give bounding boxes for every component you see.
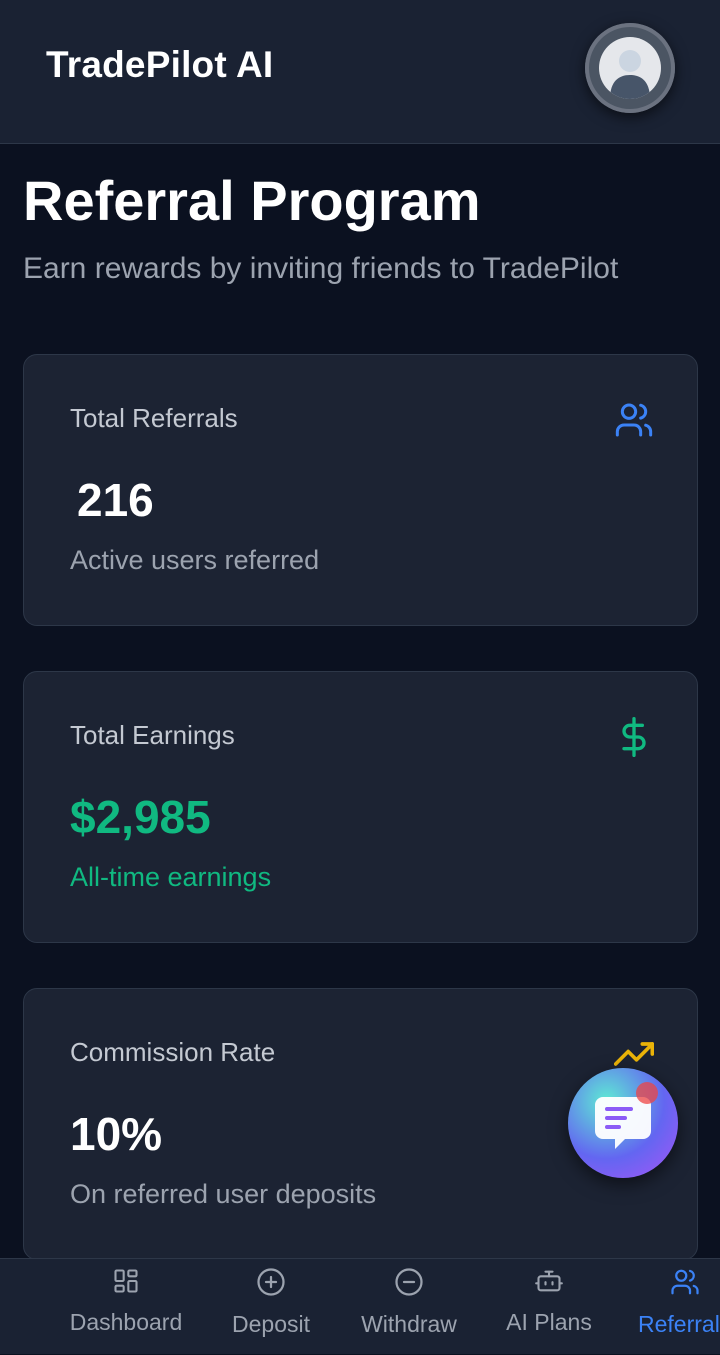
robot-icon (535, 1270, 563, 1292)
avatar[interactable] (585, 23, 675, 113)
card-label: Total Earnings (70, 720, 235, 750)
bottom-nav: Dashboard Deposit Withdraw AI Plans Refe… (0, 1258, 720, 1354)
nav-item-dashboard[interactable]: Dashboard (66, 1259, 186, 1355)
card-value: 216 (77, 474, 154, 526)
total-earnings-card: Total Earnings $2,985 All-time earnings (23, 671, 698, 943)
user-avatar-icon (599, 37, 661, 99)
card-value: $2,985 (70, 791, 211, 843)
plus-circle-icon (257, 1268, 285, 1296)
nav-item-ai-plans[interactable]: AI Plans (502, 1259, 596, 1355)
nav-label: Deposit (232, 1311, 310, 1337)
nav-item-withdraw[interactable]: Withdraw (354, 1259, 464, 1355)
users-icon (671, 1269, 699, 1295)
total-referrals-card: Total Referrals 216 Active users referre… (23, 354, 698, 626)
users-icon (615, 403, 653, 437)
page-subtitle: Earn rewards by inviting friends to Trad… (23, 252, 619, 285)
nav-label: AI Plans (506, 1309, 592, 1335)
card-subtext: Active users referred (70, 545, 320, 575)
page-title: Referral Program (23, 169, 481, 232)
nav-item-deposit[interactable]: Deposit (226, 1259, 316, 1355)
nav-label: Referrals (638, 1311, 720, 1337)
top-header: TradePilot AI (0, 0, 720, 144)
minus-circle-icon (395, 1268, 423, 1296)
notification-dot (636, 1082, 658, 1104)
chat-assistant-button[interactable] (568, 1068, 678, 1178)
card-label: Total Referrals (70, 403, 238, 433)
dollar-icon (622, 717, 646, 757)
card-label: Commission Rate (70, 1037, 276, 1067)
grid-icon (114, 1269, 138, 1293)
card-value: 10% (70, 1108, 163, 1160)
nav-label: Dashboard (69, 1309, 183, 1335)
card-subtext: On referred user deposits (70, 1179, 377, 1209)
card-subtext: All-time earnings (70, 862, 272, 892)
app-title: TradePilot AI (46, 44, 274, 85)
nav-label: Withdraw (361, 1311, 457, 1337)
nav-item-referrals[interactable]: Referrals (636, 1259, 720, 1355)
